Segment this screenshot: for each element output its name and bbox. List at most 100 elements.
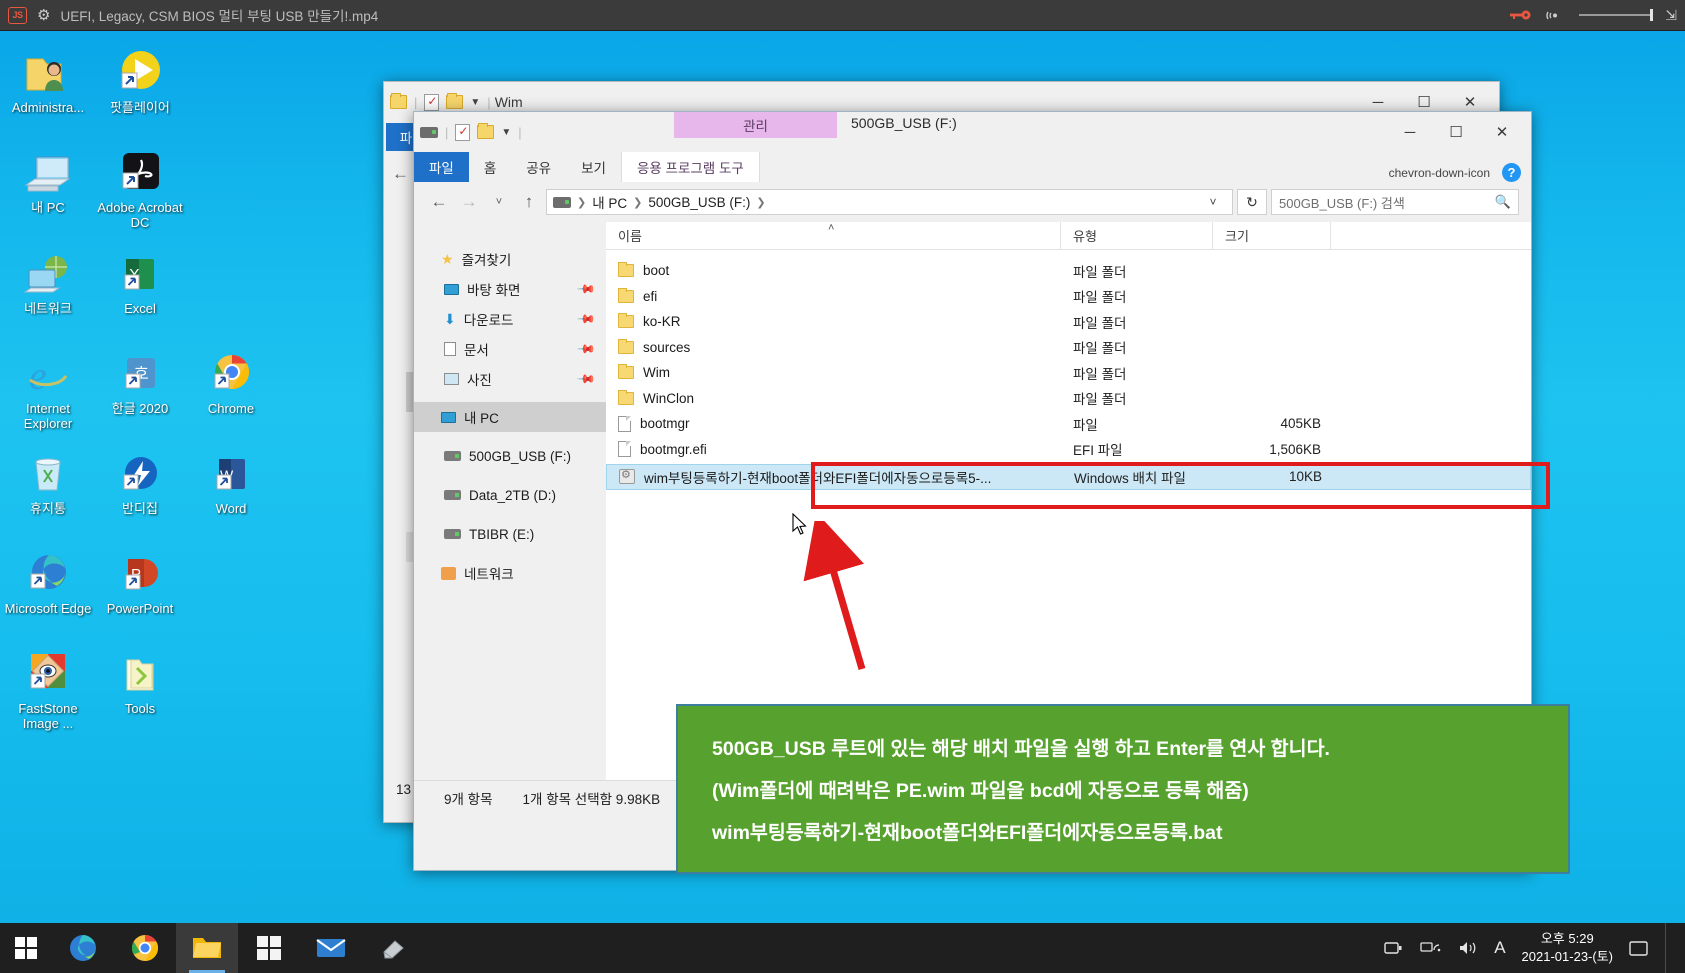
breadcrumb-drive[interactable]: 500GB_USB (F:)	[648, 195, 750, 210]
table-row[interactable]: boot 파일 폴더	[606, 258, 1531, 284]
desktop-icon-network[interactable]: 네트워크	[0, 244, 96, 316]
new-folder-icon[interactable]	[477, 123, 495, 139]
table-row[interactable]: WinClon 파일 폴더	[606, 386, 1531, 412]
table-row[interactable]: sources 파일 폴더	[606, 335, 1531, 361]
file-name-cell[interactable]: bootmgr.efi	[606, 441, 1061, 458]
taskbar-item-chrome[interactable]	[114, 923, 176, 973]
clock[interactable]: 오후 5:29 2021-01-23-(토)	[1522, 930, 1613, 966]
sidebar-item-favorites[interactable]: ★ 즐겨찾기	[414, 244, 606, 274]
tab-application-tools[interactable]: 응용 프로그램 도구	[620, 152, 760, 182]
properties-icon[interactable]	[455, 123, 471, 141]
desktop-icon-chrome[interactable]: Chrome	[183, 344, 279, 416]
file-name-cell[interactable]: ko-KR	[606, 313, 1061, 329]
folder-icon[interactable]	[390, 93, 407, 109]
pin-icon[interactable]: 📌	[576, 339, 596, 359]
pin-icon[interactable]: 📌	[576, 309, 596, 329]
desktop-icon-recycle-bin[interactable]: 휴지통	[0, 444, 96, 516]
close-button[interactable]: ✕	[1479, 117, 1525, 147]
windows-start-icon[interactable]	[0, 923, 52, 973]
gear-icon[interactable]: ⚙	[37, 8, 50, 23]
chevron-down-icon[interactable]: chevron-down-icon	[1389, 166, 1490, 180]
volume-icon[interactable]	[1458, 940, 1478, 956]
table-row[interactable]: ko-KR 파일 폴더	[606, 309, 1531, 335]
magnifier-icon[interactable]: 🔍	[1495, 194, 1511, 210]
file-name-cell[interactable]: boot	[606, 262, 1061, 278]
tab-home[interactable]: 홈	[469, 152, 511, 182]
file-name-cell[interactable]: WinClon	[606, 389, 1061, 406]
desktop-icon-word[interactable]: W Word	[183, 444, 279, 516]
search-input[interactable]: 500GB_USB (F:) 검색 🔍	[1271, 189, 1519, 215]
desktop-icon-hangul[interactable]: 호 한글 2020	[92, 344, 188, 416]
desktop-icon-this-pc[interactable]: 내 PC	[0, 143, 96, 215]
explorer-window-controls[interactable]: ─ ☐ ✕	[1387, 117, 1525, 147]
battery-icon[interactable]	[1384, 940, 1404, 956]
show-desktop-button[interactable]	[1665, 923, 1675, 973]
up-button[interactable]: ↑	[516, 192, 542, 212]
desktop-icon-faststone[interactable]: FastStone Image ...	[0, 644, 96, 731]
breadcrumb-this-pc[interactable]: 내 PC	[592, 192, 627, 212]
drive-icon[interactable]	[420, 126, 438, 138]
sidebar-item-network[interactable]: 네트워크	[414, 558, 606, 588]
desktop-icon-potplayer[interactable]: 팟플레이어	[92, 43, 188, 115]
desktop-icon-internet-explorer[interactable]: e Internet Explorer	[0, 344, 96, 431]
maximize-button[interactable]: ☐	[1433, 117, 1479, 147]
table-row[interactable]: efi 파일 폴더	[606, 284, 1531, 310]
table-row[interactable]: bootmgr 파일 405KB	[606, 411, 1531, 437]
notification-icon[interactable]	[1629, 940, 1649, 957]
file-name-cell[interactable]: sources	[606, 338, 1061, 355]
sidebar-item-documents[interactable]: 문서 📌	[414, 334, 606, 364]
tab-view[interactable]: 보기	[566, 152, 621, 182]
key-icon[interactable]	[1509, 9, 1531, 21]
taskbar-item-store[interactable]	[238, 923, 300, 973]
desktop-icon-tools[interactable]: Tools	[92, 644, 188, 716]
desktop-icon-administrator[interactable]: Administra...	[0, 43, 96, 115]
chevron-down-icon[interactable]: ▼	[501, 127, 511, 138]
sidebar-item-500gb-usb[interactable]: 500GB_USB (F:)	[414, 441, 606, 471]
pin-icon[interactable]: 📌	[576, 369, 596, 389]
quick-access-toolbar[interactable]: | ▼ |	[390, 93, 491, 111]
desktop-icon-excel[interactable]: X Excel	[92, 244, 188, 316]
desktop-icon-bandizip[interactable]: 반디집	[92, 444, 188, 516]
sidebar-item-downloads[interactable]: ⬇ 다운로드 📌	[414, 304, 606, 334]
sidebar-item-desktop[interactable]: 바탕 화면 📌	[414, 274, 606, 304]
back-button[interactable]: ←	[426, 192, 452, 212]
volume-slider[interactable]	[1579, 9, 1654, 21]
properties-icon[interactable]	[424, 93, 440, 111]
pin-icon[interactable]: 📌	[576, 279, 596, 299]
network-tray-icon[interactable]	[1420, 940, 1442, 956]
desktop-icon-acrobat[interactable]: Adobe Acrobat DC	[92, 143, 188, 230]
ime-icon[interactable]: A	[1494, 938, 1505, 958]
column-header-size[interactable]: 크기	[1213, 221, 1331, 250]
minimize-button[interactable]: ─	[1387, 117, 1433, 147]
file-name-cell[interactable]: bootmgr	[606, 415, 1061, 432]
file-name-cell[interactable]: Wim	[606, 364, 1061, 380]
file-name-cell[interactable]: wim부팅등록하기-현재boot폴더와EFI폴더에자동으로등록5-...	[607, 467, 1062, 487]
quick-access-toolbar[interactable]: | ▼ |	[420, 123, 522, 141]
sidebar-item-tbibr[interactable]: TBIBR (E:)	[414, 519, 606, 549]
taskbar-item-edge[interactable]	[52, 923, 114, 973]
file-name-cell[interactable]: efi	[606, 287, 1061, 304]
sidebar-item-data-2tb[interactable]: Data_2TB (D:)	[414, 480, 606, 510]
expand-icon[interactable]: ⇲	[1665, 7, 1677, 24]
sidebar-item-this-pc[interactable]: 내 PC	[414, 402, 606, 432]
cast-icon[interactable]	[1545, 9, 1565, 22]
address-bar[interactable]: ❯ 내 PC ❯ 500GB_USB (F:) ❯ ˅	[546, 189, 1233, 215]
volume-knob[interactable]	[1650, 9, 1654, 21]
forward-button[interactable]: →	[456, 192, 482, 212]
column-header-type[interactable]: 유형	[1061, 221, 1213, 250]
sidebar-item-pictures[interactable]: 사진 📌	[414, 364, 606, 394]
new-folder-icon[interactable]	[446, 93, 464, 109]
address-dropdown-icon[interactable]: ˅	[1200, 195, 1226, 209]
desktop-icon-powerpoint[interactable]: P PowerPoint	[92, 544, 188, 616]
table-row-selected[interactable]: wim부팅등록하기-현재boot폴더와EFI폴더에자동으로등록5-... Win…	[606, 464, 1531, 490]
tab-file[interactable]: 파일	[414, 152, 469, 182]
refresh-button[interactable]: ↻	[1237, 189, 1267, 215]
recent-locations-button[interactable]: ˅	[486, 196, 512, 208]
background-back-button[interactable]: ←	[392, 164, 409, 184]
table-row[interactable]: Wim 파일 폴더	[606, 360, 1531, 386]
taskbar-item-eraser[interactable]	[362, 923, 424, 973]
chevron-down-icon[interactable]: ▼	[470, 97, 480, 108]
table-row[interactable]: bootmgr.efi EFI 파일 1,506KB	[606, 437, 1531, 463]
help-icon[interactable]: ?	[1502, 163, 1521, 182]
taskbar-item-mail[interactable]	[300, 923, 362, 973]
